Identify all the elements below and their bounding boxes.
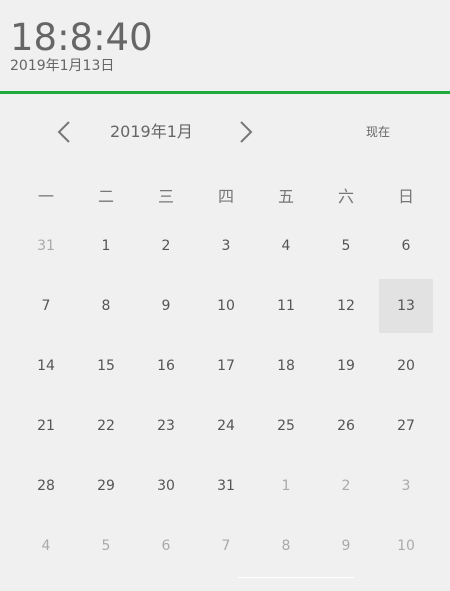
current-time: 18:8:40 <box>10 16 153 59</box>
day-cell[interactable]: 16 <box>139 339 193 393</box>
day-cell[interactable]: 31 <box>19 219 73 273</box>
day-cell[interactable]: 12 <box>319 279 373 333</box>
day-cell[interactable]: 25 <box>259 399 313 453</box>
day-cell[interactable]: 3 <box>379 459 433 513</box>
day-cell[interactable]: 27 <box>379 399 433 453</box>
day-cell[interactable]: 8 <box>79 279 133 333</box>
bottom-divider <box>238 577 354 578</box>
day-cell[interactable]: 2 <box>319 459 373 513</box>
bottom-fade <box>0 560 450 591</box>
day-cell[interactable]: 10 <box>199 279 253 333</box>
previous-month-button[interactable] <box>50 118 78 146</box>
day-cell[interactable]: 23 <box>139 399 193 453</box>
day-cell[interactable]: 17 <box>199 339 253 393</box>
day-cell[interactable]: 18 <box>259 339 313 393</box>
day-cell[interactable]: 24 <box>199 399 253 453</box>
next-month-button[interactable] <box>232 118 260 146</box>
day-cell[interactable]: 14 <box>19 339 73 393</box>
weekday-label: 日 <box>397 187 414 206</box>
weekday-header: 一二三四五六日 <box>16 183 436 207</box>
day-cell-selected[interactable]: 13 <box>379 279 433 333</box>
weekday-label: 二 <box>97 187 114 206</box>
weekday-label: 一 <box>37 187 54 206</box>
weekday-label: 六 <box>337 187 354 206</box>
weekday-label: 三 <box>157 187 174 206</box>
day-cell[interactable]: 28 <box>19 459 73 513</box>
weekday-label: 五 <box>277 187 294 206</box>
day-cell[interactable]: 4 <box>259 219 313 273</box>
day-cell[interactable]: 19 <box>319 339 373 393</box>
day-cell[interactable]: 1 <box>259 459 313 513</box>
weekday-label: 四 <box>217 187 234 206</box>
current-date: 2019年1月13日 <box>10 58 115 74</box>
day-cell[interactable]: 15 <box>79 339 133 393</box>
clock-header: 18:8:40 2019年1月13日 <box>0 0 450 92</box>
day-cell[interactable]: 6 <box>379 219 433 273</box>
today-button[interactable]: 现在 <box>366 124 390 140</box>
day-cell[interactable]: 29 <box>79 459 133 513</box>
day-cell[interactable]: 2 <box>139 219 193 273</box>
day-cell[interactable]: 22 <box>79 399 133 453</box>
day-cell[interactable]: 7 <box>19 279 73 333</box>
day-cell[interactable]: 21 <box>19 399 73 453</box>
calendar-nav: 2019年1月 现在 <box>0 112 450 152</box>
day-cell[interactable]: 11 <box>259 279 313 333</box>
day-cell[interactable]: 3 <box>199 219 253 273</box>
month-label[interactable]: 2019年1月 <box>110 121 193 143</box>
chevron-left-icon <box>57 121 70 143</box>
day-cell[interactable]: 30 <box>139 459 193 513</box>
day-cell[interactable]: 31 <box>199 459 253 513</box>
day-cell[interactable]: 5 <box>319 219 373 273</box>
day-cell[interactable]: 1 <box>79 219 133 273</box>
chevron-right-icon <box>240 121 253 143</box>
day-cell[interactable]: 9 <box>139 279 193 333</box>
day-cell[interactable]: 26 <box>319 399 373 453</box>
accent-divider <box>0 91 450 94</box>
day-cell[interactable]: 20 <box>379 339 433 393</box>
